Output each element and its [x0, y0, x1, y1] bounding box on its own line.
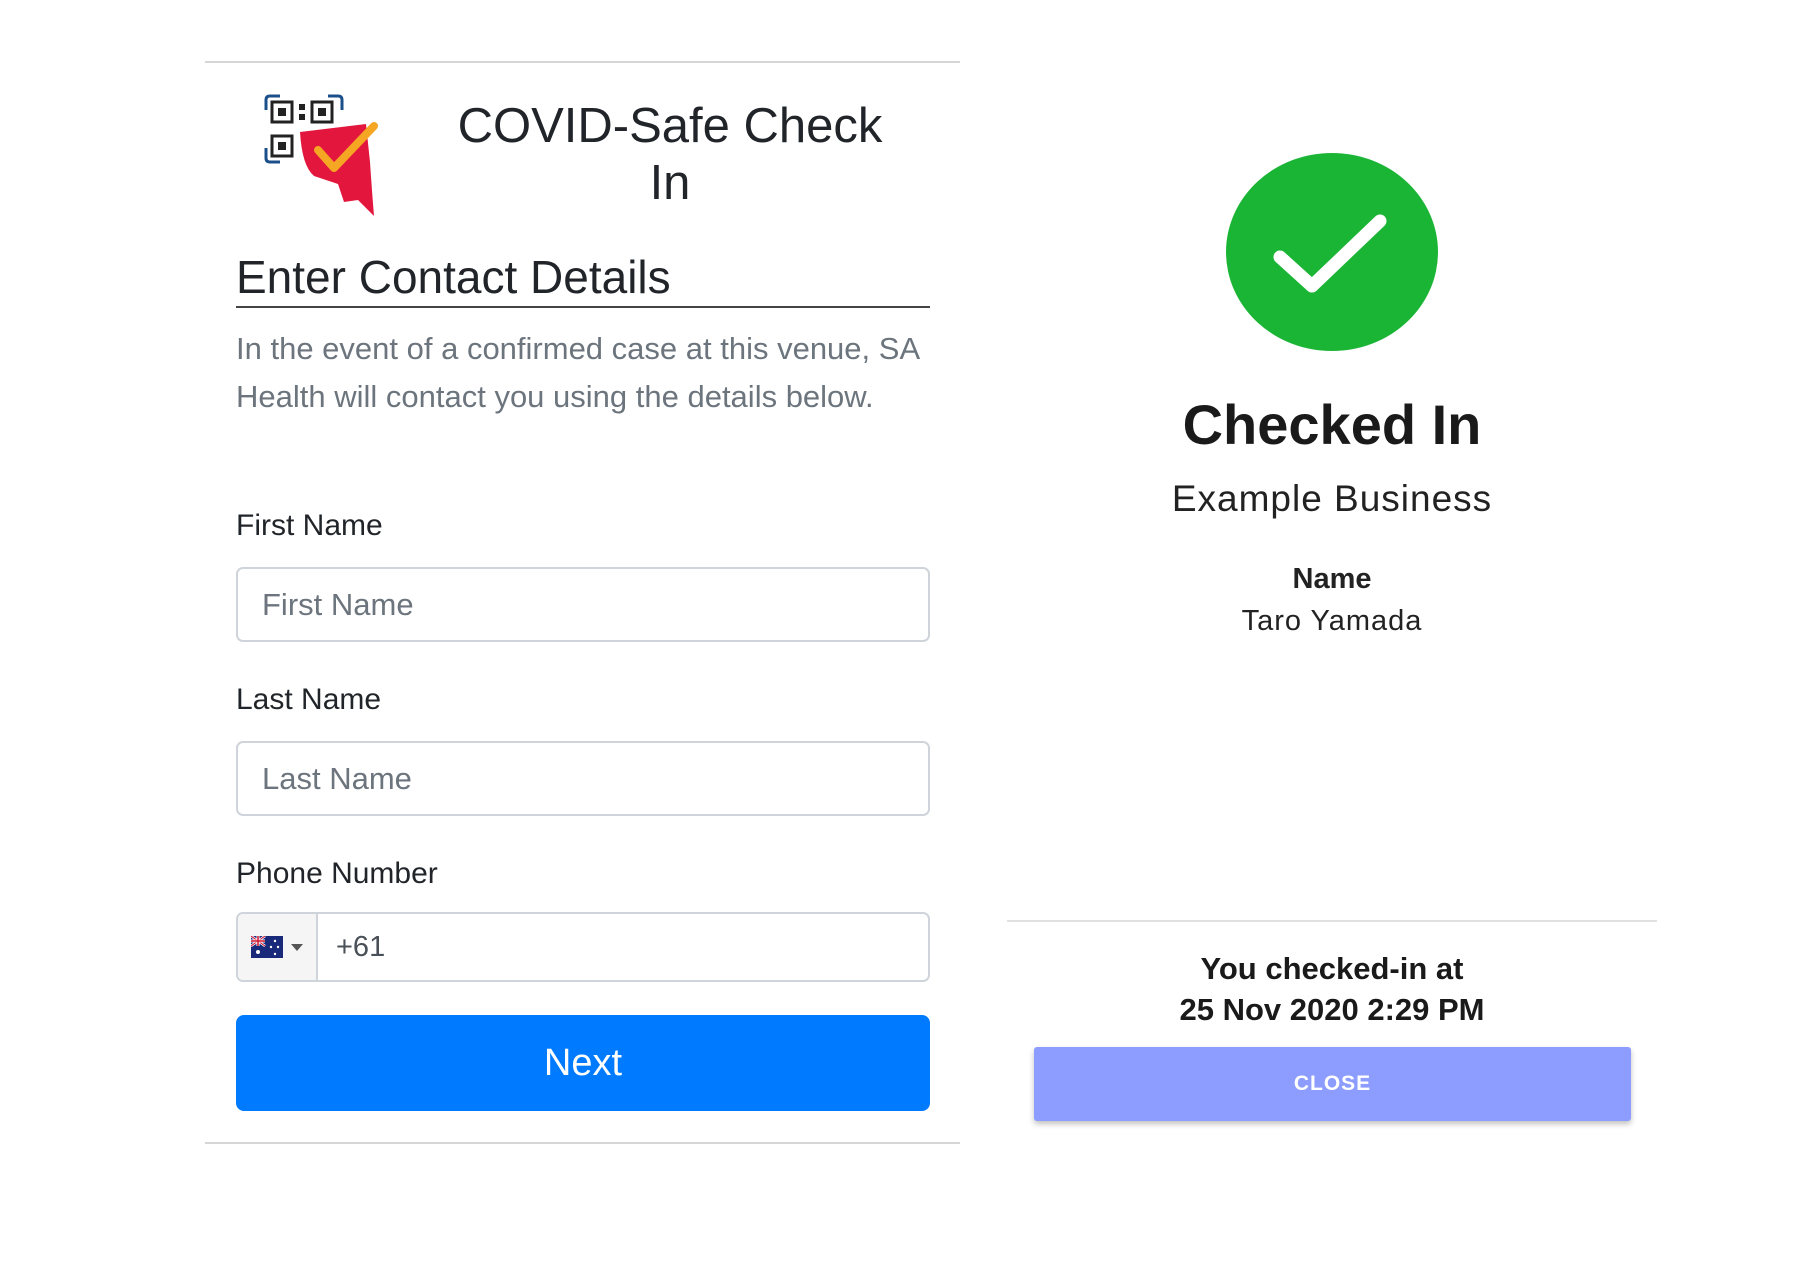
app-title: COVID-Safe Check In	[457, 99, 883, 210]
country-code-dropdown[interactable]	[238, 914, 318, 980]
phone-number-input[interactable]	[318, 914, 928, 980]
top-divider	[205, 61, 960, 63]
name-value: Taro Yamada	[1241, 605, 1423, 637]
checked-in-panel: Checked In Example Business Name Taro Ya…	[1000, 0, 1796, 1272]
next-button[interactable]: Next	[236, 1015, 930, 1111]
first-name-input[interactable]	[236, 567, 930, 642]
first-name-label: First Name	[236, 509, 383, 542]
bottom-divider	[205, 1142, 960, 1144]
australia-flag-icon	[251, 936, 283, 958]
phone-number-field	[236, 912, 930, 982]
intro-text: In the event of a confirmed case at this…	[236, 331, 919, 414]
footer-divider	[1007, 920, 1657, 922]
name-label: Name	[1292, 563, 1372, 595]
business-name: Example Business	[1171, 478, 1493, 519]
check-circle-icon	[1226, 153, 1438, 351]
checkin-timestamp-value: 25 Nov 2020 2:29 PM	[1179, 992, 1485, 1027]
close-button[interactable]: CLOSE	[1034, 1047, 1631, 1121]
phone-number-label: Phone Number	[236, 857, 438, 890]
qr-checkin-logo-icon	[264, 94, 378, 216]
last-name-input[interactable]	[236, 741, 930, 816]
last-name-label: Last Name	[236, 683, 382, 716]
contact-details-form-panel: COVID-Safe Check In Enter Contact Detail…	[0, 0, 1000, 1272]
checked-in-title: Checked In	[1182, 393, 1482, 456]
chevron-down-icon	[291, 943, 303, 951]
checkin-timestamp-text: You checked-in at 25 Nov 2020 2:29 PM	[1000, 948, 1664, 1030]
heading-underline	[236, 306, 930, 308]
checkin-timestamp-label: You checked-in at	[1200, 951, 1464, 986]
section-heading: Enter Contact Details	[236, 251, 671, 303]
